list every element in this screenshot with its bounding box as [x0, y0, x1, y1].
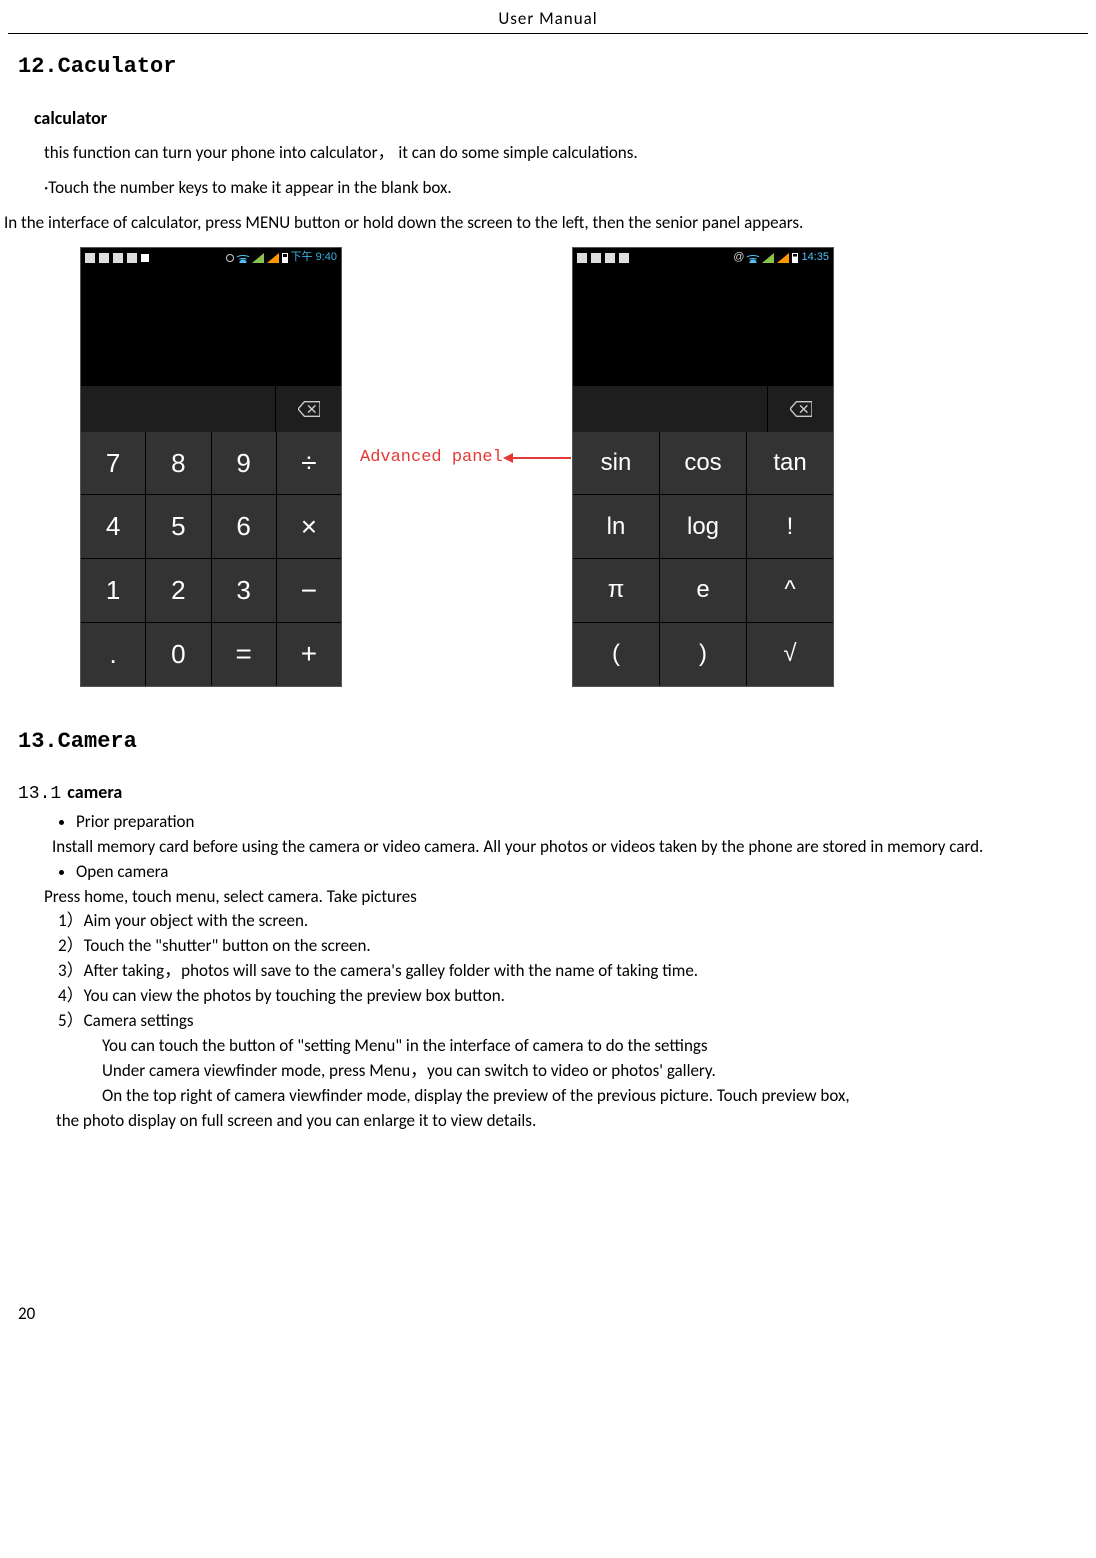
open-camera-text: Press home, touch menu, select camera. T…: [44, 886, 1088, 909]
status-icon: [577, 253, 587, 263]
key-power[interactable]: ^: [747, 559, 833, 622]
step-2: 2）Touch the "shutter" button on the scre…: [58, 935, 1088, 958]
key-5[interactable]: 5: [146, 495, 210, 558]
status-icon: [99, 253, 109, 263]
calculator-intro: this function can turn your phone into c…: [44, 142, 1088, 165]
status-icon: [85, 253, 95, 263]
key-cos[interactable]: cos: [660, 432, 746, 495]
status-time: 下午 9:40: [291, 250, 337, 265]
status-bar: 下午 9:40: [81, 248, 341, 268]
advanced-calculator-screenshot: @ 14:35 sin cos tan ln log ! π e ^: [572, 247, 834, 687]
section-13-1-heading: 13.1 camera: [18, 780, 1096, 806]
backspace-button[interactable]: [768, 386, 833, 432]
status-time: 14:35: [801, 250, 829, 265]
backspace-button[interactable]: [276, 386, 341, 432]
key-e[interactable]: e: [660, 559, 746, 622]
calculator-touch-note: ·Touch the number keys to make it appear…: [44, 177, 1088, 200]
signal-icon: [252, 253, 264, 263]
status-icon: [619, 253, 629, 263]
status-icon: [591, 253, 601, 263]
annotation-text: Advanced panel: [360, 447, 503, 470]
key-rparen[interactable]: ): [660, 623, 746, 686]
delete-row: [573, 386, 833, 432]
key-6[interactable]: 6: [212, 495, 276, 558]
wifi-icon: [237, 253, 249, 263]
battery-icon: [282, 253, 288, 263]
calculator-display: [81, 268, 341, 386]
status-icon: [141, 254, 149, 262]
camera-bullets: Prior preparation: [76, 811, 1088, 834]
signal-icon: [267, 253, 279, 263]
calculator-advanced-note: In the interface of calculator, press ME…: [4, 212, 1088, 235]
camera-settings-3b: the photo display on full screen and you…: [56, 1110, 1088, 1133]
key-factorial[interactable]: !: [747, 495, 833, 558]
arrow-icon: [511, 457, 571, 459]
bullet-prior-preparation: Prior preparation: [76, 811, 1088, 834]
camera-bullets: Open camera: [76, 861, 1088, 884]
key-log[interactable]: log: [660, 495, 746, 558]
calculator-display: [573, 268, 833, 386]
key-2[interactable]: 2: [146, 559, 210, 622]
subsection-label: camera: [67, 781, 122, 803]
key-4[interactable]: 4: [81, 495, 145, 558]
battery-icon: [792, 253, 798, 263]
status-icon: [605, 253, 615, 263]
step-3: 3）After taking，photos will save to the c…: [58, 960, 1088, 983]
signal-icon: [762, 253, 774, 263]
key-1[interactable]: 1: [81, 559, 145, 622]
key-divide[interactable]: ÷: [277, 432, 341, 495]
status-icon: [127, 253, 137, 263]
key-plus[interactable]: +: [277, 623, 341, 686]
key-0[interactable]: 0: [146, 623, 210, 686]
signal-icon: [777, 253, 789, 263]
page-header: User Manual: [8, 8, 1088, 34]
backspace-icon: [790, 401, 812, 417]
delete-row: [81, 386, 341, 432]
key-8[interactable]: 8: [146, 432, 210, 495]
section-12-heading: 12.Caculator: [18, 52, 1096, 82]
key-7[interactable]: 7: [81, 432, 145, 495]
key-sin[interactable]: sin: [573, 432, 659, 495]
key-ln[interactable]: ln: [573, 495, 659, 558]
annotation-column: Advanced panel: [342, 247, 572, 687]
key-dot[interactable]: .: [81, 623, 145, 686]
key-sqrt[interactable]: √: [747, 623, 833, 686]
section-13-heading: 13.Camera: [18, 727, 1096, 757]
at-icon: @: [733, 250, 744, 265]
advanced-panel-annotation: Advanced panel: [360, 447, 571, 470]
step-4: 4）You can view the photos by touching th…: [58, 985, 1088, 1008]
camera-settings-2: Under camera viewfinder mode, press Menu…: [102, 1060, 1088, 1083]
camera-settings-3a: On the top right of camera viewfinder mo…: [102, 1085, 1088, 1108]
page-number: 20: [18, 1303, 1096, 1326]
step-5: 5）Camera settings: [58, 1010, 1088, 1033]
backspace-icon: [298, 401, 320, 417]
key-tan[interactable]: tan: [747, 432, 833, 495]
status-bar: @ 14:35: [573, 248, 833, 268]
wifi-icon: [747, 253, 759, 263]
bullet-open-camera: Open camera: [76, 861, 1088, 884]
key-9[interactable]: 9: [212, 432, 276, 495]
advanced-keypad: sin cos tan ln log ! π e ^ ( ) √: [573, 432, 833, 686]
key-multiply[interactable]: ×: [277, 495, 341, 558]
basic-calculator-screenshot: 下午 9:40 7 8 9 ÷ 4 5 6 × 1 2 3 − . 0 = +: [80, 247, 342, 687]
subsection-number: 13.1: [18, 784, 61, 804]
key-minus[interactable]: −: [277, 559, 341, 622]
alarm-icon: [226, 254, 234, 262]
basic-keypad: 7 8 9 ÷ 4 5 6 × 1 2 3 − . 0 = +: [81, 432, 341, 686]
camera-settings-1: You can touch the button of "setting Men…: [102, 1035, 1088, 1058]
step-1: 1）Aim your object with the screen.: [58, 910, 1088, 933]
key-pi[interactable]: π: [573, 559, 659, 622]
calculator-screenshots: 下午 9:40 7 8 9 ÷ 4 5 6 × 1 2 3 − . 0 = +: [80, 247, 1096, 687]
calculator-subhead: calculator: [34, 106, 1096, 130]
key-3[interactable]: 3: [212, 559, 276, 622]
status-icon: [113, 253, 123, 263]
key-lparen[interactable]: (: [573, 623, 659, 686]
key-equals[interactable]: =: [212, 623, 276, 686]
prior-preparation-text: Install memory card before using the cam…: [52, 836, 1088, 859]
